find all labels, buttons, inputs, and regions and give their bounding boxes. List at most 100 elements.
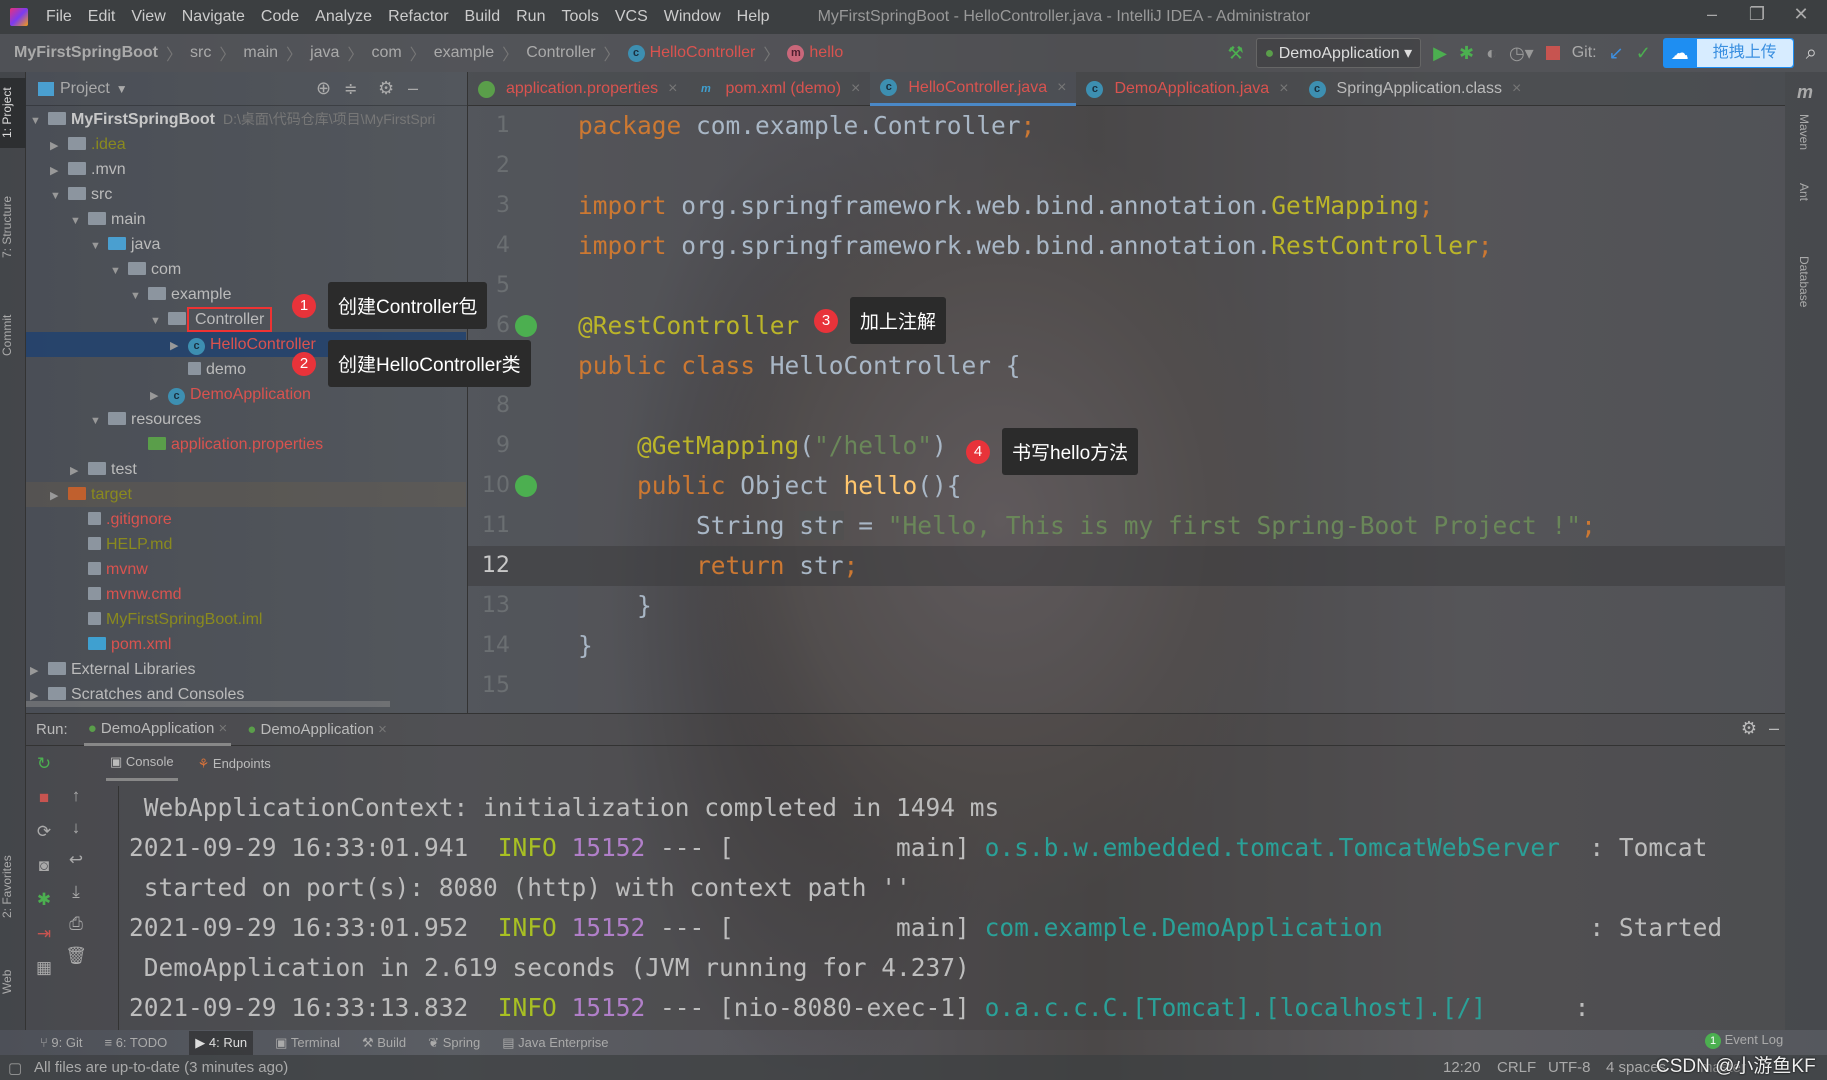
update-app-icon[interactable]: ✱: [32, 890, 56, 910]
scroll-up-icon[interactable]: ↑: [64, 786, 88, 806]
event-log-button[interactable]: 1 Event Log: [1705, 1032, 1783, 1049]
git-update-icon[interactable]: ↙: [1609, 43, 1624, 64]
hide-panel-icon[interactable]: –: [1769, 718, 1779, 739]
expand-arrow-icon[interactable]: ▼: [70, 209, 88, 234]
endpoints-tab[interactable]: ⚘ Endpoints: [198, 756, 271, 772]
editor-tab[interactable]: c SpringApplication.class ×: [1299, 72, 1532, 106]
scroll-to-end-icon[interactable]: ⤓: [64, 882, 88, 902]
tree-item[interactable]: mvnw.cmd: [26, 582, 466, 607]
breadcrumb-item[interactable]: java: [310, 44, 339, 62]
menu-navigate[interactable]: Navigate: [174, 8, 253, 26]
console-tab[interactable]: ▣ Console: [106, 746, 178, 781]
expand-arrow-icon[interactable]: ▼: [150, 309, 168, 334]
expand-arrow-icon[interactable]: ▶: [150, 384, 168, 409]
hide-panel-icon[interactable]: –: [408, 78, 418, 99]
gear-icon[interactable]: ⚙: [1741, 718, 1757, 739]
bottom-tab--run[interactable]: ▶ 4: Run: [189, 1030, 254, 1055]
expand-arrow-icon[interactable]: ▼: [90, 409, 108, 434]
bottom-tab-spring[interactable]: ❦ Spring: [428, 1035, 480, 1051]
breadcrumb-item[interactable]: MyFirstSpringBoot: [14, 44, 158, 62]
collapse-all-icon[interactable]: ≑: [344, 79, 357, 99]
expand-arrow-icon[interactable]: ▶: [50, 134, 68, 159]
menu-build[interactable]: Build: [457, 8, 509, 26]
tool-tab-structure[interactable]: 7: Structure: [0, 182, 26, 272]
upload-button[interactable]: ☁ 拖拽上传: [1662, 38, 1794, 68]
expand-arrow-icon[interactable]: ▼: [50, 184, 68, 209]
tree-item[interactable]: ▼ main: [26, 207, 466, 232]
tree-item[interactable]: ▼ MyFirstSpringBoot D:\桌面\代码仓库\项目\MyFirstS…: [26, 107, 466, 132]
bottom-tab--git[interactable]: ⑂ 9: Git: [40, 1035, 83, 1050]
tool-tab-favorites[interactable]: 2: Favorites: [0, 842, 26, 932]
breadcrumb-item[interactable]: main: [243, 44, 278, 62]
tree-item[interactable]: MyFirstSpringBoot.iml: [26, 607, 466, 632]
bottom-tab--todo[interactable]: ≡ 6: TODO: [105, 1035, 168, 1050]
coverage-icon[interactable]: ◐: [1486, 43, 1497, 64]
breadcrumb-item[interactable]: com: [371, 44, 401, 62]
editor-tab[interactable]: c DemoApplication.java ×: [1076, 72, 1298, 106]
chevron-down-icon[interactable]: ▼: [116, 82, 128, 96]
menu-window[interactable]: Window: [656, 8, 729, 26]
run-tab-demoapplication-1[interactable]: ● DemoApplication ×: [83, 714, 232, 746]
expand-arrow-icon[interactable]: ▼: [90, 234, 108, 259]
menu-help[interactable]: Help: [729, 8, 778, 26]
spring-bean-icon[interactable]: [515, 315, 537, 337]
expand-arrow-icon[interactable]: ▼: [130, 284, 148, 309]
expand-arrow-icon[interactable]: ▼: [110, 259, 128, 284]
build-hammer-icon[interactable]: ⚒: [1227, 43, 1243, 64]
clear-icon[interactable]: 🗑: [64, 946, 88, 966]
menu-refactor[interactable]: Refactor: [380, 8, 456, 26]
close-icon[interactable]: ×: [1057, 79, 1066, 97]
tree-item[interactable]: ▼ src: [26, 182, 466, 207]
editor-tab[interactable]: c HelloController.java ×: [870, 72, 1077, 106]
tool-tab-commit[interactable]: Commit: [0, 300, 26, 370]
menu-tools[interactable]: Tools: [553, 8, 606, 26]
close-icon[interactable]: ×: [1279, 80, 1288, 98]
run-tab-demoapplication-2[interactable]: ● DemoApplication ×: [247, 721, 387, 738]
tool-tab-database[interactable]: Database: [1785, 242, 1811, 322]
close-icon[interactable]: ×: [219, 720, 228, 737]
spring-web-icon[interactable]: [515, 475, 537, 497]
camera-icon[interactable]: ◙: [32, 856, 56, 876]
menu-run[interactable]: Run: [508, 8, 553, 26]
locate-icon[interactable]: ⊕: [316, 78, 331, 99]
close-icon[interactable]: ×: [1512, 80, 1521, 98]
file-encoding[interactable]: UTF-8: [1548, 1059, 1591, 1076]
breadcrumb-item[interactable]: c HelloController: [627, 44, 755, 62]
search-icon[interactable]: ⌕: [1806, 42, 1817, 65]
breadcrumb-item[interactable]: src: [190, 44, 211, 62]
expand-arrow-icon[interactable]: ▶: [30, 659, 48, 684]
menu-edit[interactable]: Edit: [80, 8, 124, 26]
rerun-icon[interactable]: ↻: [32, 754, 56, 774]
close-icon[interactable]: ×: [668, 80, 677, 98]
expand-arrow-icon[interactable]: ▼: [30, 109, 48, 134]
tree-item[interactable]: ▶ .idea: [26, 132, 466, 157]
tree-item[interactable]: .gitignore: [26, 507, 466, 532]
close-icon[interactable]: ×: [378, 721, 387, 738]
git-commit-icon[interactable]: ✓: [1636, 43, 1651, 64]
exit-icon[interactable]: ⇥: [32, 924, 56, 944]
menu-analyze[interactable]: Analyze: [307, 8, 380, 26]
bottom-tab-terminal[interactable]: ▣ Terminal: [275, 1035, 340, 1051]
project-view-select[interactable]: Project: [60, 80, 110, 98]
expand-arrow-icon[interactable]: ▶: [70, 459, 88, 484]
run-configuration-select[interactable]: ● DemoApplication ▾: [1255, 38, 1422, 68]
menu-view[interactable]: View: [123, 8, 173, 26]
soft-wrap-icon[interactable]: ↩: [64, 850, 88, 870]
menu-vcs[interactable]: VCS: [607, 8, 656, 26]
tree-item[interactable]: HELP.md: [26, 532, 466, 557]
tree-item[interactable]: ▶ .mvn: [26, 157, 466, 182]
tool-tab-maven[interactable]: Maven: [1785, 102, 1811, 162]
stop-icon[interactable]: ■: [32, 788, 56, 808]
editor-tab[interactable]: application.properties ×: [468, 72, 687, 106]
close-icon[interactable]: ×: [851, 80, 860, 98]
tool-tab-web[interactable]: Web: [0, 962, 26, 1002]
tree-item[interactable]: ▼ java: [26, 232, 466, 257]
horizontal-scrollbar[interactable]: [26, 701, 390, 707]
console-output[interactable]: WebApplicationContext: initialization co…: [118, 786, 1785, 1030]
expand-arrow-icon[interactable]: ▶: [50, 484, 68, 509]
close-button[interactable]: ✕: [1781, 4, 1821, 25]
tree-item[interactable]: ▼ com: [26, 257, 466, 282]
run-icon[interactable]: ▶: [1433, 43, 1447, 64]
print-icon[interactable]: ⎙: [64, 914, 88, 934]
menu-file[interactable]: File: [38, 8, 80, 26]
